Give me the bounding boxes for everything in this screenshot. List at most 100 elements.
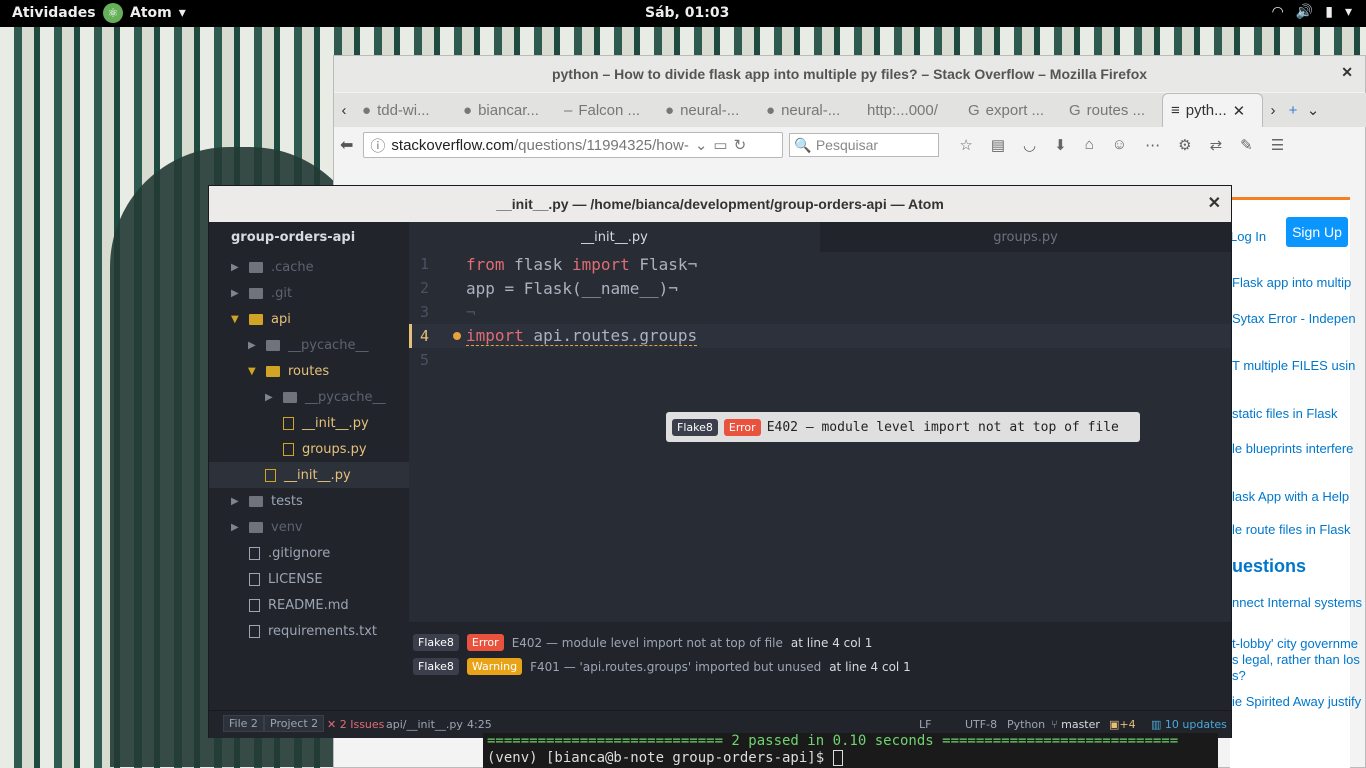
tree-folder[interactable]: ▶ venv — [209, 514, 409, 540]
grammar[interactable]: Python — [1007, 718, 1045, 731]
lint-error-dot-icon[interactable] — [453, 332, 461, 340]
browser-tab[interactable]: ● tdd-wi... — [354, 102, 455, 119]
search-placeholder: Pesquisar — [815, 137, 879, 153]
tree-file[interactable]: __init__.py — [209, 410, 409, 436]
terminal-window[interactable]: ============================ 2 passed in… — [483, 733, 1218, 768]
project-scope-toggle[interactable]: Project 2 — [264, 715, 325, 732]
lint-location-link[interactable]: at line 4 col 1 — [791, 636, 873, 650]
sync-icon[interactable]: ⇄ — [1210, 136, 1223, 154]
hot-question-link[interactable]: s legal, rather than los — [1232, 652, 1360, 667]
tree-file[interactable]: requirements.txt — [209, 618, 409, 644]
related-link[interactable]: le blueprints interfere — [1232, 441, 1353, 456]
more-icon[interactable]: ⋯ — [1145, 136, 1160, 154]
git-branch[interactable]: ⑂ master — [1051, 718, 1100, 731]
app-menu[interactable]: ⚛ Atom ▾ — [103, 3, 186, 23]
browser-tab[interactable]: ● neural-... — [657, 102, 758, 119]
package-updates[interactable]: ▥ 10 updates — [1151, 718, 1227, 731]
tree-folder[interactable]: ▶ .cache — [209, 254, 409, 280]
related-link[interactable]: T multiple FILES usin — [1232, 358, 1355, 373]
close-icon[interactable]: ✕ — [1341, 64, 1353, 81]
tab-init-py[interactable]: __init__.py — [409, 222, 820, 252]
terminal-cursor — [832, 750, 843, 766]
download-icon[interactable]: ⬇ — [1054, 136, 1067, 154]
tab-groups-py[interactable]: groups.py — [820, 222, 1231, 252]
close-icon[interactable]: ✕ — [1208, 193, 1221, 213]
modified-line-marker — [409, 324, 412, 348]
related-link[interactable]: le route files in Flask — [1232, 522, 1351, 537]
file-scope-toggle[interactable]: File 2 — [223, 715, 264, 732]
clock[interactable]: Sáb, 01:03 — [645, 5, 729, 21]
clipboard-icon[interactable]: ▤ — [991, 136, 1005, 154]
related-link[interactable]: Sytax Error - Indepen — [1232, 311, 1356, 326]
linter-message-row[interactable]: Flake8 Error E402 — module level import … — [413, 634, 872, 651]
hot-question-link[interactable]: ie Spirited Away justify — [1232, 694, 1361, 709]
hot-question-link[interactable]: t-lobby' city governme — [1232, 636, 1358, 651]
browser-tab[interactable]: Gexport ... — [960, 102, 1061, 119]
hot-question-link[interactable]: s? — [1232, 668, 1246, 683]
app-menu-label: Atom — [130, 5, 172, 21]
login-link[interactable]: Log In — [1230, 229, 1266, 244]
scroll-right-icon[interactable]: › — [1263, 102, 1283, 119]
tree-folder[interactable]: ▶ .git — [209, 280, 409, 306]
project-root[interactable]: group-orders-api — [231, 230, 355, 245]
chat-icon[interactable]: ☺ — [1112, 136, 1127, 154]
activities-button[interactable]: Atividades — [12, 5, 96, 21]
tree-file[interactable]: .gitignore — [209, 540, 409, 566]
hot-question-link[interactable]: nnect Internal systems — [1232, 595, 1362, 610]
tree-file-selected[interactable]: __init__.py — [209, 462, 409, 488]
close-icon[interactable]: ✕ — [1233, 102, 1246, 120]
tree-folder[interactable]: ▶ tests — [209, 488, 409, 514]
new-tab-icon[interactable]: + — [1283, 102, 1303, 119]
chevron-right-icon: ▶ — [265, 391, 273, 403]
extension-icon[interactable]: ⚙ — [1178, 136, 1191, 154]
star-icon[interactable]: ☆ — [959, 136, 972, 154]
pocket-icon[interactable]: ◡ — [1023, 136, 1036, 154]
browser-tab[interactable]: http:...000/ — [859, 102, 960, 119]
tree-folder[interactable]: ▼ api — [209, 306, 409, 332]
encoding[interactable]: UTF-8 — [965, 718, 997, 731]
browser-tab[interactable]: – Falcon ... — [556, 102, 657, 119]
reload-icon[interactable]: ↻ — [734, 136, 747, 154]
chevron-down-icon[interactable]: ⌄ — [695, 136, 708, 154]
browser-tab-active[interactable]: ≡ pyth... ✕ — [1162, 93, 1263, 127]
browser-tab[interactable]: ● neural-... — [758, 102, 859, 119]
code-area[interactable]: 1 from flask import Flask¬ 2 app = Flask(_… — [409, 252, 1231, 372]
issues-count[interactable]: ✕ 2 Issues — [327, 718, 384, 731]
related-link[interactable]: Flask app into multip — [1232, 275, 1351, 290]
cursor-position[interactable]: 4:25 — [467, 718, 492, 731]
back-icon[interactable]: ⬅ — [340, 135, 353, 155]
scroll-left-icon[interactable]: ‹ — [334, 102, 354, 119]
book-icon — [249, 598, 260, 612]
related-link[interactable]: static files in Flask — [1232, 406, 1337, 421]
system-tray[interactable]: ◠ 🔊 ▮ ▾ — [1272, 4, 1352, 20]
search-input[interactable]: 🔍 Pesquisar — [789, 133, 940, 157]
signup-button[interactable]: Sign Up — [1286, 217, 1348, 247]
tree-file[interactable]: groups.py — [209, 436, 409, 462]
reader-view-icon[interactable]: ▭ — [713, 136, 727, 154]
file-icon — [265, 468, 276, 482]
tree-folder[interactable]: ▶ __pycache__ — [209, 332, 409, 358]
google-icon: G — [968, 101, 980, 119]
home-icon[interactable]: ⌂ — [1085, 136, 1094, 154]
code-line-current: 4 import api.routes.groups — [409, 324, 1231, 348]
tree-file[interactable]: README.md — [209, 592, 409, 618]
related-link[interactable]: lask App with a Help — [1232, 489, 1349, 504]
linter-badge: Flake8 — [413, 634, 459, 651]
atom-window: __init__.py — /home/bianca/development/g… — [208, 185, 1232, 738]
git-modified[interactable]: ▣+4 — [1109, 718, 1136, 731]
tab-list-icon[interactable]: ⌄ — [1303, 101, 1323, 119]
menu-icon[interactable]: ☰ — [1271, 136, 1284, 154]
browser-tab[interactable]: ● biancar... — [455, 102, 556, 119]
tree-folder[interactable]: ▼ routes — [209, 358, 409, 384]
tool-icon[interactable]: ✎ — [1240, 136, 1253, 154]
tree-folder[interactable]: ▶ __pycache__ — [209, 384, 409, 410]
code-line: 5 — [419, 351, 429, 369]
lint-location-link[interactable]: at line 4 col 1 — [829, 660, 911, 674]
linter-message-row[interactable]: Flake8 Warning F401 — 'api.routes.groups… — [413, 658, 911, 675]
tree-file[interactable]: LICENSE — [209, 566, 409, 592]
url-bar[interactable]: ⓘ stackoverflow.com/questions/11994325/h… — [363, 132, 784, 158]
browser-tab[interactable]: Groutes ... — [1061, 102, 1162, 119]
line-ending[interactable]: LF — [919, 718, 931, 731]
google-icon: G — [1069, 101, 1081, 119]
file-path[interactable]: api/__init__.py — [386, 718, 463, 731]
